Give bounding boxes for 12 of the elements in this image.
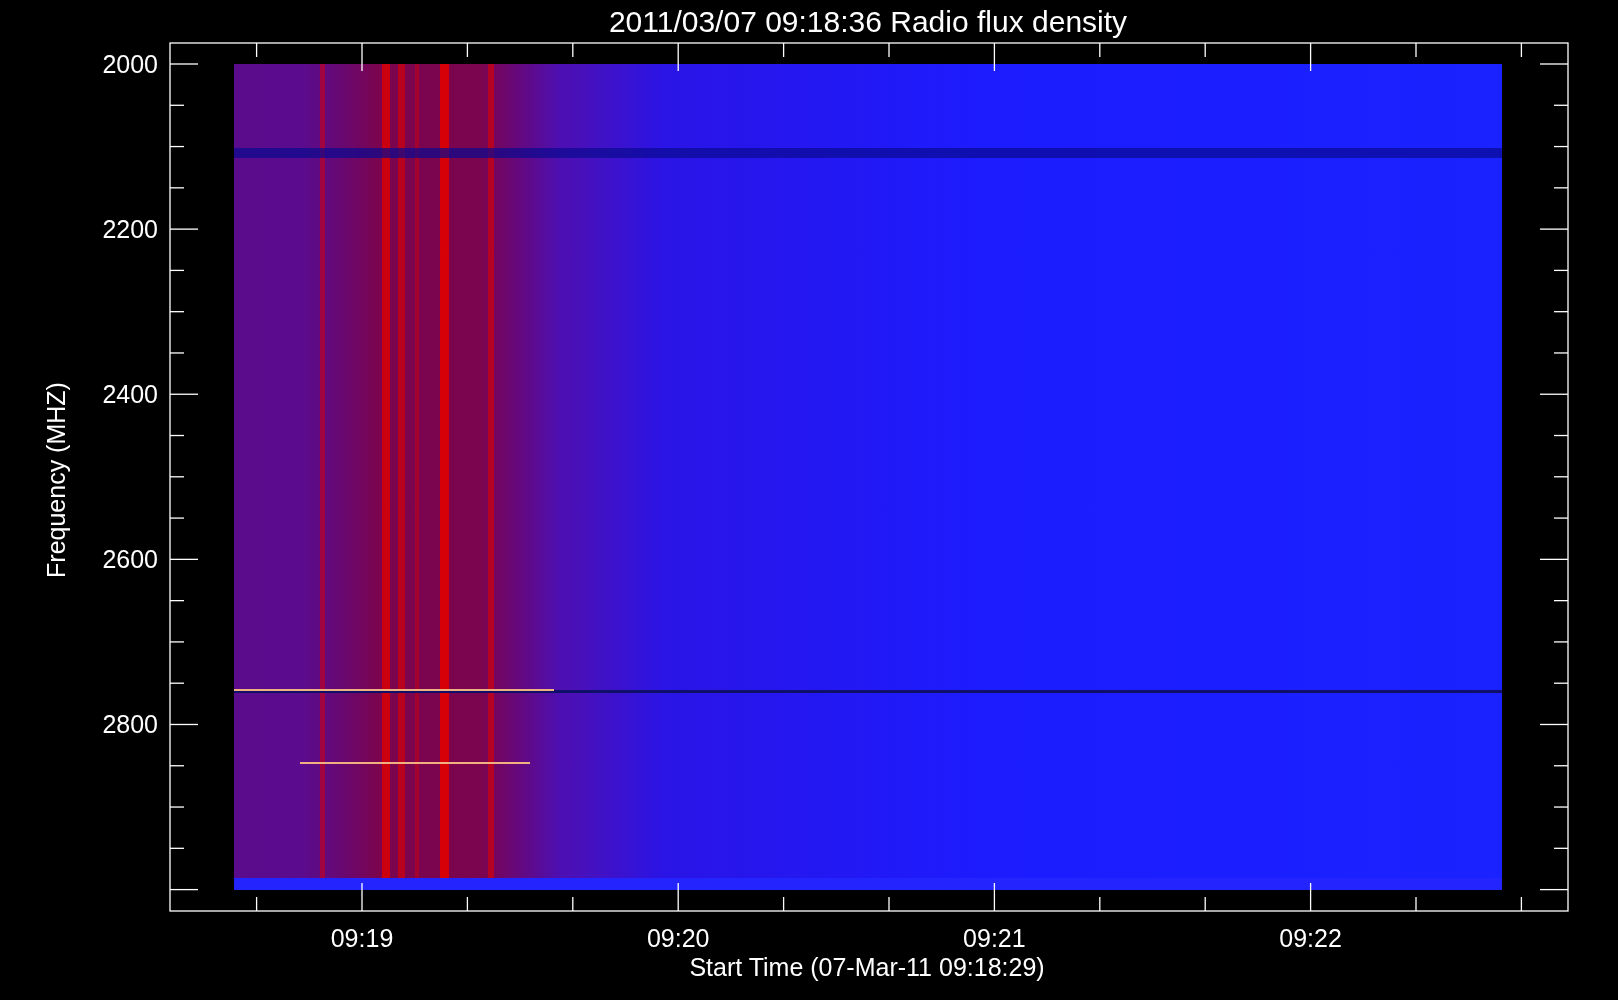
axis-label: Frequency (MHZ) <box>42 382 70 578</box>
chart-title: 2011/03/07 09:18:36 Radio flux density <box>608 5 1128 38</box>
tick-label: 2600 <box>102 545 158 574</box>
axis-label: Start Time (07-Mar-11 09:18:29) <box>689 953 1045 981</box>
tick-label: 2000 <box>102 50 158 78</box>
tick-label: 2200 <box>102 215 158 244</box>
tick-label: 2800 <box>102 710 158 739</box>
tick-label: 09:22 <box>1279 924 1342 952</box>
tick-label: 09:21 <box>963 924 1026 952</box>
tick-label: 2400 <box>102 380 158 409</box>
tick-label: 09:20 <box>646 924 710 952</box>
tick-label: 09:19 <box>330 924 394 952</box>
